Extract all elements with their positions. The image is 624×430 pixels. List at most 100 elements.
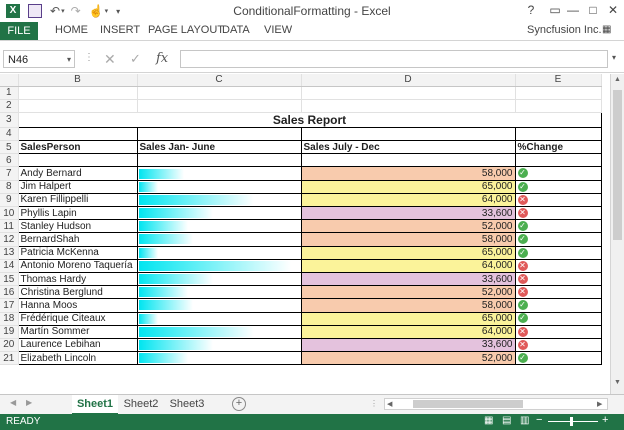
zoom-out-icon[interactable]: −: [536, 414, 542, 426]
sales-july-dec-cell[interactable]: 65,000: [300, 311, 516, 326]
data-bar-cell[interactable]: [136, 258, 302, 273]
row-header[interactable]: 17: [0, 298, 19, 313]
data-bar-cell[interactable]: [136, 232, 302, 247]
salesperson-cell[interactable]: Christina Berglund: [17, 285, 138, 300]
salesperson-cell[interactable]: Frédérique Citeaux: [17, 311, 138, 326]
row-header[interactable]: 1: [0, 86, 19, 100]
row-header[interactable]: 15: [0, 272, 19, 287]
cell[interactable]: [18, 86, 138, 100]
header-salesperson[interactable]: SalesPerson: [17, 140, 138, 155]
zoom-in-icon[interactable]: +: [602, 414, 608, 426]
salesperson-cell[interactable]: Patricia McKenna: [17, 245, 138, 260]
cell[interactable]: [17, 153, 138, 168]
sales-july-dec-cell[interactable]: 52,000: [300, 285, 516, 300]
sheet-scroll-right-icon[interactable]: ▶: [26, 398, 32, 407]
sheet-tab-sheet3[interactable]: Sheet3: [166, 395, 208, 413]
percent-change-cell[interactable]: ✓: [514, 298, 602, 313]
sheet-scroll-left-icon[interactable]: ◀: [10, 398, 16, 407]
page-layout-view-icon[interactable]: ▤: [502, 415, 511, 426]
row-header[interactable]: 4: [0, 127, 19, 142]
salesperson-cell[interactable]: Phyllis Lapin: [17, 205, 138, 221]
tab-page-layout[interactable]: PAGE LAYOUT: [148, 24, 224, 36]
account-name[interactable]: Syncfusion Inc.: [527, 24, 602, 36]
percent-change-cell[interactable]: ✓: [514, 351, 602, 366]
cell[interactable]: [301, 86, 516, 100]
worksheet-grid[interactable]: B C D E 1 2 3 Sales Report 4 5 SalesPerson Sale…: [0, 74, 610, 392]
zoom-slider[interactable]: [548, 421, 598, 422]
sales-july-dec-cell[interactable]: 64,000: [300, 324, 516, 339]
salesperson-cell[interactable]: Laurence Lebihan: [17, 337, 138, 353]
row-header[interactable]: 18: [0, 312, 19, 326]
tab-home[interactable]: HOME: [55, 24, 88, 36]
data-bar-cell[interactable]: [136, 311, 302, 326]
column-header-d[interactable]: D: [301, 74, 516, 87]
percent-change-cell[interactable]: ✕: [514, 271, 602, 287]
check-icon[interactable]: ✓: [130, 51, 141, 67]
sales-july-dec-cell[interactable]: 58,000: [300, 298, 516, 313]
column-header-c[interactable]: C: [137, 74, 302, 87]
ribbon-display-options-icon[interactable]: ▭: [546, 2, 564, 18]
data-bar-cell[interactable]: [136, 179, 302, 194]
sales-july-dec-cell[interactable]: 65,000: [300, 245, 516, 260]
sales-july-dec-cell[interactable]: 33,600: [300, 337, 516, 353]
sales-july-dec-cell[interactable]: 64,000: [300, 192, 516, 208]
cell[interactable]: [17, 126, 138, 142]
percent-change-cell[interactable]: ✓: [514, 311, 602, 326]
file-tab[interactable]: FILE: [0, 22, 38, 40]
percent-change-cell[interactable]: ✓: [514, 245, 602, 260]
row-header[interactable]: 21: [0, 351, 19, 366]
header-percent-change[interactable]: %Change: [514, 140, 602, 155]
salesperson-cell[interactable]: Stanley Hudson: [17, 219, 138, 234]
percent-change-cell[interactable]: ✕: [514, 258, 602, 273]
row-header[interactable]: 16: [0, 285, 19, 300]
cell[interactable]: [515, 86, 602, 100]
vertical-scroll-thumb[interactable]: [613, 90, 622, 240]
scroll-up-icon[interactable]: ▲: [614, 76, 621, 83]
percent-change-cell[interactable]: ✓: [514, 219, 602, 234]
normal-view-icon[interactable]: ▦: [484, 415, 493, 426]
formula-input[interactable]: [180, 50, 608, 68]
insert-function-button[interactable]: fx: [156, 51, 168, 66]
percent-change-cell[interactable]: ✕: [514, 285, 602, 300]
cell[interactable]: [301, 99, 516, 113]
account-icon[interactable]: ▦: [602, 24, 611, 35]
maximize-button[interactable]: □: [584, 2, 602, 18]
sales-july-dec-cell[interactable]: 64,000: [300, 258, 516, 273]
data-bar-cell[interactable]: [136, 166, 302, 181]
data-bar-cell[interactable]: [136, 271, 302, 287]
data-bar-cell[interactable]: [136, 219, 302, 234]
sales-july-dec-cell[interactable]: 65,000: [300, 179, 516, 194]
row-header[interactable]: 11: [0, 219, 19, 234]
column-header-e[interactable]: E: [515, 74, 602, 87]
column-header-b[interactable]: B: [18, 74, 138, 87]
percent-change-cell[interactable]: ✕: [514, 337, 602, 353]
row-header[interactable]: 3: [0, 112, 19, 128]
salesperson-cell[interactable]: Andy Bernard: [17, 166, 138, 181]
data-bar-cell[interactable]: [136, 192, 302, 208]
data-bar-cell[interactable]: [136, 298, 302, 313]
cell[interactable]: [137, 86, 302, 100]
sales-july-dec-cell[interactable]: 58,000: [300, 232, 516, 247]
scroll-down-icon[interactable]: ▼: [614, 379, 621, 386]
cell[interactable]: [300, 126, 516, 142]
salesperson-cell[interactable]: Elizabeth Lincoln: [17, 351, 138, 366]
row-header[interactable]: 8: [0, 180, 19, 194]
report-title[interactable]: Sales Report: [17, 111, 602, 128]
row-header[interactable]: 14: [0, 259, 19, 273]
data-bar-cell[interactable]: [136, 285, 302, 300]
horizontal-scrollbar[interactable]: ◀ ▶: [384, 398, 608, 410]
salesperson-cell[interactable]: Hanna Moos: [17, 298, 138, 313]
salesperson-cell[interactable]: Martín Sommer: [17, 324, 138, 339]
cell[interactable]: [136, 126, 302, 142]
salesperson-cell[interactable]: Jim Halpert: [17, 179, 138, 194]
row-header[interactable]: 10: [0, 206, 19, 221]
salesperson-cell[interactable]: Thomas Hardy: [17, 271, 138, 287]
row-header[interactable]: 7: [0, 166, 19, 181]
row-header[interactable]: 12: [0, 232, 19, 247]
salesperson-cell[interactable]: Karen Fillippelli: [17, 192, 138, 208]
scroll-right-icon[interactable]: ▶: [597, 400, 602, 408]
sales-july-dec-cell[interactable]: 52,000: [300, 219, 516, 234]
salesperson-cell[interactable]: BernardShah: [17, 232, 138, 247]
cell[interactable]: [137, 99, 302, 113]
sales-july-dec-cell[interactable]: 33,600: [300, 271, 516, 287]
